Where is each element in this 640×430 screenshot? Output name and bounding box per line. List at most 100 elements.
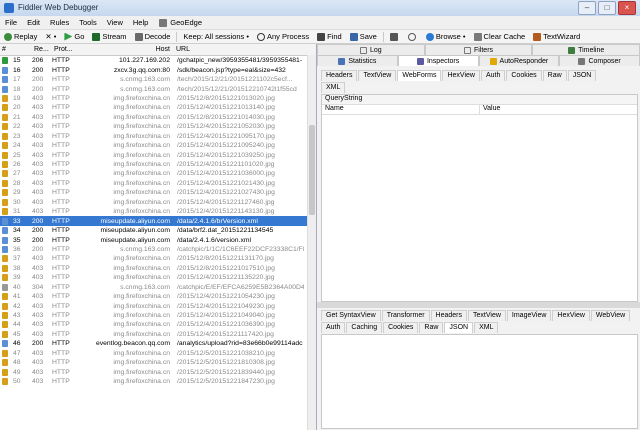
menu-tools[interactable]: Tools <box>74 18 102 27</box>
col-number[interactable]: # <box>0 46 32 53</box>
session-row[interactable]: 45 403 HTTP img.firefoxchina.cn/2015/12/4/2… <box>0 330 316 339</box>
stream-button[interactable]: Stream <box>88 32 130 41</box>
resp-tab-hexview[interactable]: HexView <box>552 310 590 321</box>
session-row[interactable]: 44 403 HTTP img.firefoxchina.cn/2015/12/4/2… <box>0 320 316 329</box>
replay-button[interactable]: Replay <box>0 32 41 41</box>
session-row[interactable]: 25 403 HTTP img.firefoxchina.cn/2015/12/4/2… <box>0 150 316 159</box>
req-tab-headers[interactable]: Headers <box>321 70 358 81</box>
save-button[interactable]: Save <box>346 32 381 41</box>
menu-view[interactable]: View <box>102 18 128 27</box>
session-row[interactable]: 27 403 HTTP img.firefoxchina.cn/2015/12/4/2… <box>0 169 316 178</box>
session-row[interactable]: 43 403 HTTP img.firefoxchina.cn/2015/12/4/2… <box>0 311 316 320</box>
col-protocol[interactable]: Prot... <box>52 46 82 53</box>
session-row[interactable]: 23 403 HTTP img.firefoxchina.cn/2015/12/4/2… <box>0 132 316 141</box>
session-row[interactable]: 16 200 HTTP zxcv.3g.qq.com:80/sdk/beacon.js… <box>0 65 316 74</box>
session-row[interactable]: 46 200 HTTP eventlog.beacon.qq.com/analytic… <box>0 339 316 348</box>
session-list-scrollbar[interactable] <box>307 55 316 430</box>
req-tab-textview[interactable]: TextView <box>358 70 397 81</box>
session-row[interactable]: 28 403 HTTP img.firefoxchina.cn/2015/12/4/2… <box>0 179 316 188</box>
resp-tab-syntaxview[interactable]: Get SyntaxView <box>321 310 381 321</box>
browse-button[interactable]: Browse • <box>422 32 470 41</box>
tab-autoresponder[interactable]: AutoResponder <box>478 55 560 66</box>
resp-tab-json[interactable]: JSON <box>444 322 474 333</box>
screenshot-button[interactable] <box>386 32 404 41</box>
col-value[interactable]: Value <box>480 105 636 114</box>
tab-inspectors[interactable]: Inspectors <box>397 55 479 66</box>
col-host[interactable]: Host <box>82 46 174 53</box>
session-list[interactable]: # Re... Prot... Host URL 15 206 HTTP 101.22… <box>0 44 317 430</box>
maximize-button[interactable]: □ <box>598 1 616 15</box>
menu-edit[interactable]: Edit <box>22 18 45 27</box>
session-row[interactable]: 40 304 HTTP s.cnmg.163.com/catchpic/E/EF/EF… <box>0 283 316 292</box>
session-row[interactable]: 41 403 HTTP img.firefoxchina.cn/2015/12/4/2… <box>0 292 316 301</box>
req-tab-xml[interactable]: XML <box>321 82 346 93</box>
session-row[interactable]: 35 200 HTTP miseupdate.aliyun.com/data/2.4.… <box>0 235 316 244</box>
menu-file[interactable]: File <box>0 18 22 27</box>
session-row[interactable]: 36 200 HTTP s.cnmg.163.com/catchpic/1/1C/1C… <box>0 245 316 254</box>
resp-tab-caching[interactable]: Caching <box>346 322 383 333</box>
session-row[interactable]: 42 403 HTTP img.firefoxchina.cn/2015/12/4/2… <box>0 301 316 310</box>
resp-tab-cookies[interactable]: Cookies <box>383 322 419 333</box>
any-process-button[interactable]: Any Process <box>253 32 313 41</box>
tab-timeline[interactable]: Timeline <box>532 44 640 55</box>
resp-tab-headers[interactable]: Headers <box>430 310 468 321</box>
session-row[interactable]: 24 403 HTTP img.firefoxchina.cn/2015/12/4/2… <box>0 141 316 150</box>
textwizard-button[interactable]: TextWizard <box>529 32 584 41</box>
clear-cache-button[interactable]: Clear Cache <box>470 32 530 41</box>
session-row[interactable]: 31 403 HTTP img.firefoxchina.cn/2015/12/4/2… <box>0 207 316 216</box>
req-tab-auth[interactable]: Auth <box>480 70 506 81</box>
req-tab-cookies[interactable]: Cookies <box>506 70 542 81</box>
toolbar-divider <box>382 31 384 42</box>
menu-geoedge[interactable]: GeoEdge <box>170 18 207 27</box>
req-tab-hexview[interactable]: HexView <box>442 70 480 81</box>
resp-tab-raw[interactable]: Raw <box>419 322 444 333</box>
tab-composer[interactable]: Composer <box>559 55 640 66</box>
resp-tab-textview[interactable]: TextView <box>468 310 506 321</box>
close-button[interactable]: × <box>618 1 636 15</box>
session-row[interactable]: 15 206 HTTP 101.227.169.202/gchatpic_new/39… <box>0 56 316 65</box>
session-row[interactable]: 30 403 HTTP img.firefoxchina.cn/2015/12/4/2… <box>0 198 316 207</box>
tab-filters[interactable]: Filters <box>424 44 533 55</box>
req-tab-json[interactable]: JSON <box>567 70 597 81</box>
find-button[interactable]: Find <box>313 32 346 41</box>
session-row[interactable]: 21 403 HTTP img.firefoxchina.cn/2015/12/8/2… <box>0 113 316 122</box>
timer-button[interactable] <box>404 32 422 41</box>
resp-tab-webview[interactable]: WebView <box>590 310 631 321</box>
session-row[interactable]: 29 403 HTTP img.firefoxchina.cn/2015/12/4/2… <box>0 188 316 197</box>
go-button[interactable]: Go <box>60 32 88 41</box>
resp-tab-imageview[interactable]: ImageView <box>506 310 552 321</box>
session-row[interactable]: 49 403 HTTP img.firefoxchina.cn/2015/12/5/2… <box>0 367 316 376</box>
session-row[interactable]: 47 403 HTTP img.firefoxchina.cn/2015/12/5/2… <box>0 349 316 358</box>
session-row[interactable]: 26 403 HTTP img.firefoxchina.cn/2015/12/4/2… <box>0 160 316 169</box>
resp-tab-transformer[interactable]: Transformer <box>381 310 430 321</box>
req-tab-raw[interactable]: Raw <box>542 70 567 81</box>
session-row[interactable]: 33 200 HTTP miseupdate.aliyun.com/data/2.4.… <box>0 216 316 226</box>
col-result[interactable]: Re... <box>32 46 52 53</box>
tab-statistics[interactable]: Statistics <box>317 55 398 66</box>
session-row[interactable]: 20 403 HTTP img.firefoxchina.cn/2015/12/4/2… <box>0 103 316 112</box>
session-row[interactable]: 22 403 HTTP img.firefoxchina.cn/2015/12/4/2… <box>0 122 316 131</box>
col-url[interactable]: URL <box>174 46 304 53</box>
pane-splitter[interactable] <box>317 302 640 308</box>
minimize-button[interactable]: – <box>578 1 596 15</box>
resp-tab-xml[interactable]: XML <box>474 322 499 333</box>
session-row[interactable]: 17 200 HTTP s.cnmg.163.com/tech/2015/12/21/… <box>0 75 316 84</box>
session-row[interactable]: 50 403 HTTP img.firefoxchina.cn/2015/12/5/2… <box>0 377 316 386</box>
session-row[interactable]: 18 200 HTTP s.cnmg.163.com/tech/2015/12/21/… <box>0 84 316 93</box>
remove-button[interactable]: ✕ • <box>41 32 60 41</box>
session-row[interactable]: 39 403 HTTP img.firefoxchina.cn/2015/12/4/2… <box>0 273 316 282</box>
session-row[interactable]: 34 200 HTTP miseupdate.aliyun.com/data/brf2… <box>0 226 316 235</box>
decode-button[interactable]: Decode <box>131 32 175 41</box>
session-row[interactable]: 48 403 HTTP img.firefoxchina.cn/2015/12/5/2… <box>0 358 316 367</box>
req-tab-webforms[interactable]: WebForms <box>397 70 442 81</box>
menu-help[interactable]: Help <box>128 18 153 27</box>
session-row[interactable]: 19 403 HTTP img.firefoxchina.cn/2015/12/8/2… <box>0 94 316 103</box>
keep-sessions-dropdown[interactable]: Keep: All sessions • <box>179 32 253 41</box>
resp-tab-auth[interactable]: Auth <box>321 322 346 333</box>
menu-rules[interactable]: Rules <box>45 18 74 27</box>
col-name[interactable]: Name <box>322 105 480 114</box>
scrollbar-thumb[interactable] <box>309 125 315 215</box>
session-row[interactable]: 37 403 HTTP img.firefoxchina.cn/2015/12/8/2… <box>0 254 316 263</box>
session-row[interactable]: 38 403 HTTP img.firefoxchina.cn/2015/12/8/2… <box>0 264 316 273</box>
tab-log[interactable]: Log <box>317 44 425 55</box>
